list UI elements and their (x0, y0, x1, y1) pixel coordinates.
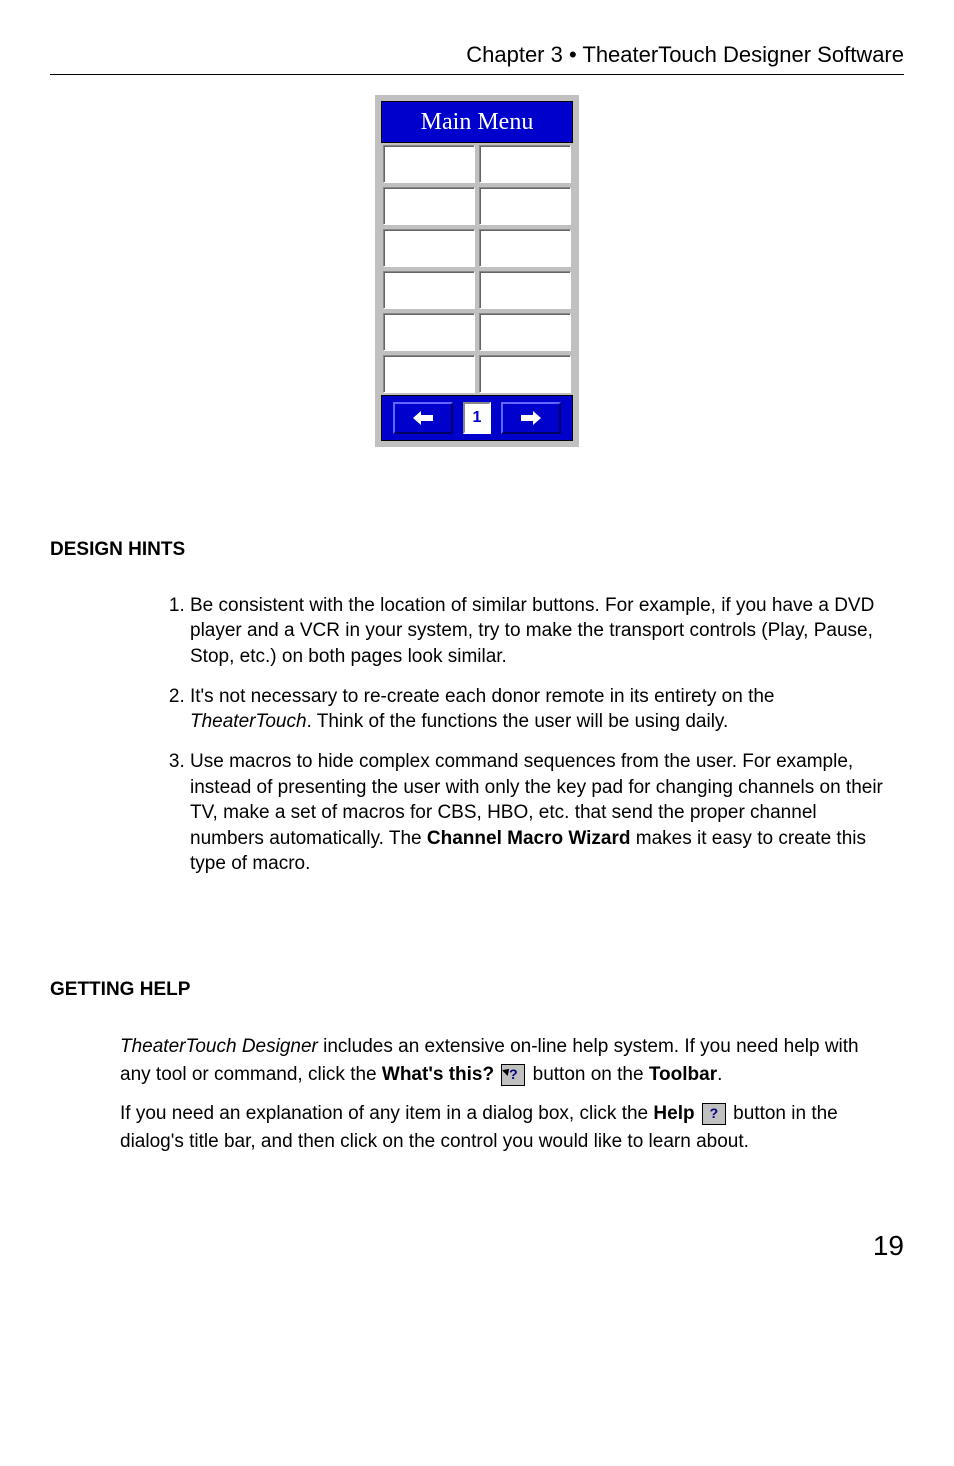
hint-text: It's not necessary to re-create each don… (190, 686, 774, 707)
grid-cell (383, 187, 475, 225)
grid-cell (383, 313, 475, 351)
hint-item: Use macros to hide complex command seque… (190, 749, 884, 877)
grid-cell (383, 229, 475, 267)
grid-cell (383, 145, 475, 183)
prev-page-button[interactable] (393, 402, 453, 434)
hint-item: It's not necessary to re-create each don… (190, 684, 884, 735)
hint-text: . Think of the functions the user will b… (307, 711, 729, 732)
hint-italic: TheaterTouch (190, 711, 307, 732)
device-screenshot: Main Menu 1 (50, 95, 904, 447)
device-title: Main Menu (381, 101, 573, 143)
help-icon (702, 1103, 726, 1125)
grid-cell (479, 229, 571, 267)
getting-help-body: TheaterTouch Designer includes an extens… (120, 1033, 884, 1157)
grid-cell (479, 145, 571, 183)
hint-text: Be consistent with the location of simil… (190, 595, 874, 667)
grid-cell (479, 355, 571, 393)
hint-bold: Channel Macro Wizard (427, 828, 631, 849)
toolbar-label: Toolbar (649, 1064, 717, 1085)
page-number: 19 (50, 1227, 904, 1265)
help-text: If you need an explanation of any item i… (120, 1103, 653, 1124)
whats-this-icon (501, 1064, 525, 1086)
whats-this-label: What's this? (382, 1064, 494, 1085)
help-text: . (717, 1064, 722, 1085)
design-hints-list: Be consistent with the location of simil… (160, 593, 884, 877)
grid-cell (479, 187, 571, 225)
grid-cell (383, 271, 475, 309)
page-indicator: 1 (463, 402, 491, 434)
next-page-button[interactable] (501, 402, 561, 434)
chapter-header: Chapter 3 • TheaterTouch Designer Softwa… (50, 40, 904, 75)
grid-cell (479, 313, 571, 351)
device-nav-bar: 1 (381, 395, 573, 441)
grid-cell (383, 355, 475, 393)
design-hints-heading: DESIGN HINTS (50, 537, 904, 563)
help-text: button on the (527, 1064, 649, 1085)
help-label: Help (653, 1103, 694, 1124)
getting-help-heading: GETTING HELP (50, 977, 904, 1003)
grid-cell (479, 271, 571, 309)
hint-item: Be consistent with the location of simil… (190, 593, 884, 670)
device-button-grid (381, 143, 573, 395)
product-name: TheaterTouch Designer (120, 1036, 318, 1057)
